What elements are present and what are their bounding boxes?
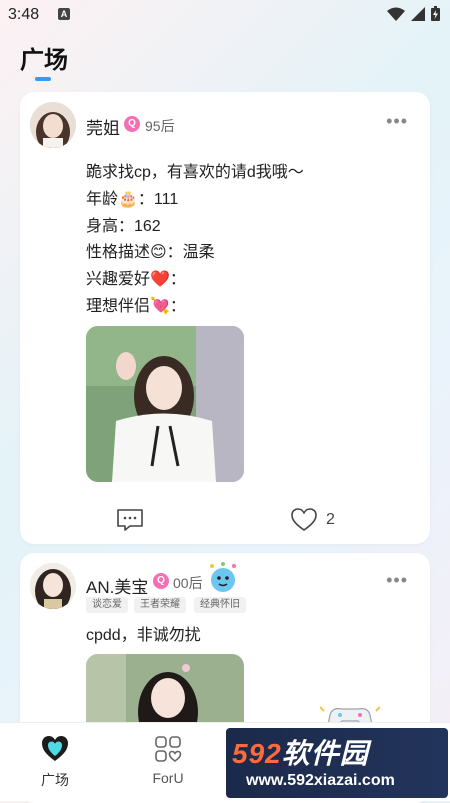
username[interactable]: AN.美宝 xyxy=(86,573,148,598)
badge-icon: Q xyxy=(124,116,140,132)
interest-tag: 经典怀旧 xyxy=(194,597,246,613)
more-icon[interactable]: ••• xyxy=(386,571,408,589)
nav-label: ForU xyxy=(152,770,184,786)
interest-tag: 谈恋爱 xyxy=(86,597,128,613)
battery-icon xyxy=(431,6,440,21)
post-text-line: 兴趣爱好❤️： xyxy=(86,271,186,288)
post-text-line: 理想伴侣💘： xyxy=(86,298,186,315)
notification-icon: A xyxy=(58,8,70,20)
post-text-line: 身高：162 xyxy=(86,218,161,235)
heart-chat-icon xyxy=(42,736,68,761)
heart-icon xyxy=(291,508,317,531)
post-text-line: cpdd，非诚勿扰 xyxy=(86,627,201,644)
status-bar: 3:48 A xyxy=(0,0,450,30)
nav-label: 广场 xyxy=(41,772,69,788)
nav-item-square[interactable]: 广场 xyxy=(25,735,85,790)
status-time: 3:48 xyxy=(8,6,40,23)
mascot-icon xyxy=(210,562,236,592)
title-underline xyxy=(35,77,51,81)
comment-icon xyxy=(117,509,143,531)
watermark-logo: 592软件园 www.592xiazai.com xyxy=(226,728,448,798)
interest-tag: 王者荣耀 xyxy=(134,597,186,613)
comment-button[interactable] xyxy=(116,508,144,532)
age-label: 00后 xyxy=(173,575,203,591)
watermark-brand-text: 软件园 xyxy=(281,738,369,769)
watermark-brand-number: 592 xyxy=(232,738,282,769)
age-label: 95后 xyxy=(145,118,175,134)
like-button[interactable]: 2 xyxy=(290,508,335,532)
post-text-line: 年龄🎂：111 xyxy=(86,191,179,208)
page-title: 广场 xyxy=(20,47,68,74)
post-text-line: 性格描述😊：温柔 xyxy=(86,244,215,261)
like-count: 2 xyxy=(326,511,335,528)
more-icon[interactable]: ••• xyxy=(386,112,408,130)
wifi-icon xyxy=(387,7,405,21)
badge-icon: Q xyxy=(153,573,169,589)
username[interactable]: 莞姐 xyxy=(86,114,120,139)
signal-icon xyxy=(411,6,425,21)
avatar[interactable] xyxy=(30,563,76,609)
post-card[interactable]: 莞姐 Q 95后 ••• 跪求找cp，有喜欢的请d我哦～ 年龄🎂：111 身高：… xyxy=(20,92,430,544)
avatar[interactable] xyxy=(30,102,76,148)
watermark-url: www.592xiazai.com xyxy=(246,772,395,789)
grid-icon xyxy=(155,736,182,762)
post-text-line: 跪求找cp，有喜欢的请d我哦～ xyxy=(86,164,304,181)
status-icons xyxy=(387,6,440,21)
post-photo[interactable] xyxy=(86,326,244,482)
nav-item-foru[interactable]: ForU xyxy=(138,735,198,786)
